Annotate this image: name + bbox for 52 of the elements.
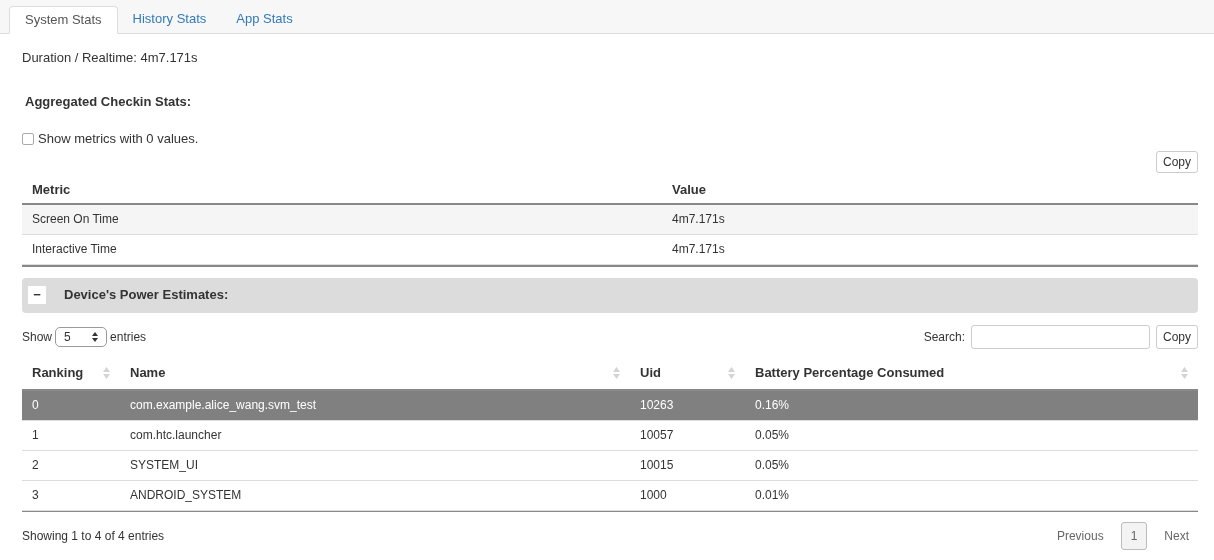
table-cell-text: Screen On Time	[31, 211, 120, 228]
page-button[interactable]: Previous	[1047, 521, 1113, 550]
panel-title: Device's Power Estimates:	[64, 286, 229, 305]
table-cell-text: com.htc.launcher	[129, 427, 223, 444]
collapse-button[interactable]: −	[28, 286, 46, 304]
table-cell-text: 1000	[639, 487, 668, 504]
table-cell-text: 10057	[639, 427, 675, 444]
sort-icon	[103, 366, 110, 379]
copy-button[interactable]: Copy	[1156, 150, 1198, 173]
column-header[interactable]: Ranking	[32, 362, 84, 383]
checkbox[interactable]	[22, 132, 34, 145]
page-button[interactable]: 1	[1120, 521, 1148, 550]
table-cell-text: SYSTEM_UI	[129, 457, 199, 474]
table-cell-text: Interactive Time	[31, 241, 118, 258]
table-cell-text: com.example.alice_wang.svm_test	[129, 397, 318, 414]
copy-button[interactable]: Copy	[1156, 324, 1198, 349]
page-button[interactable]: Next	[1155, 521, 1198, 550]
column-header[interactable]: Uid	[640, 362, 661, 383]
column-header: Value	[671, 180, 707, 199]
table-cell-text: 0.05%	[754, 457, 791, 474]
tab[interactable]: System Stats	[9, 6, 118, 34]
section-heading: Aggregated Checkin Stats:	[25, 92, 193, 111]
table-cell-text: 3	[31, 487, 40, 504]
table-cell-text: 4m7.171s	[671, 241, 726, 258]
column-header: Metric	[31, 180, 72, 199]
table-cell-text: 1	[31, 427, 40, 444]
table-cell-text: 4m7.171s	[671, 211, 726, 228]
table-cell-text: 0.01%	[754, 487, 791, 504]
entries-label: entries	[110, 328, 147, 346]
tab[interactable]: History Stats	[117, 5, 222, 33]
column-header[interactable]: Battery Percentage Consumed	[755, 362, 945, 383]
table-info: Showing 1 to 4 of 4 entries	[22, 527, 165, 545]
table-cell-text: ANDROID_SYSTEM	[129, 487, 243, 504]
stepper-icon	[92, 331, 99, 342]
table-row[interactable]: 0 com.example.alice_wang.svm_test 10263 0.16%	[22, 390, 1198, 421]
table-cell-text: 10263	[639, 397, 675, 414]
table-cell-text: 0	[31, 397, 40, 414]
sort-icon	[613, 366, 620, 379]
table-cell-text: 0.05%	[754, 427, 791, 444]
table-cell-text: 2	[31, 457, 40, 474]
tab[interactable]: App Stats	[221, 5, 308, 33]
sort-icon	[728, 366, 735, 379]
table-cell-text: 10015	[639, 457, 675, 474]
search-label: Search:	[923, 328, 965, 346]
table-cell-text: 0.16%	[754, 397, 791, 414]
checkbox-label: Show metrics with 0 values.	[38, 130, 199, 148]
sort-icon	[1181, 366, 1188, 379]
show-label: Show	[22, 328, 53, 346]
duration-text: Duration / Realtime: 4m7.171s	[22, 49, 199, 67]
search-field[interactable]	[971, 324, 1150, 349]
entries-select[interactable]: 5	[55, 326, 108, 347]
column-header[interactable]: Name	[130, 362, 166, 383]
